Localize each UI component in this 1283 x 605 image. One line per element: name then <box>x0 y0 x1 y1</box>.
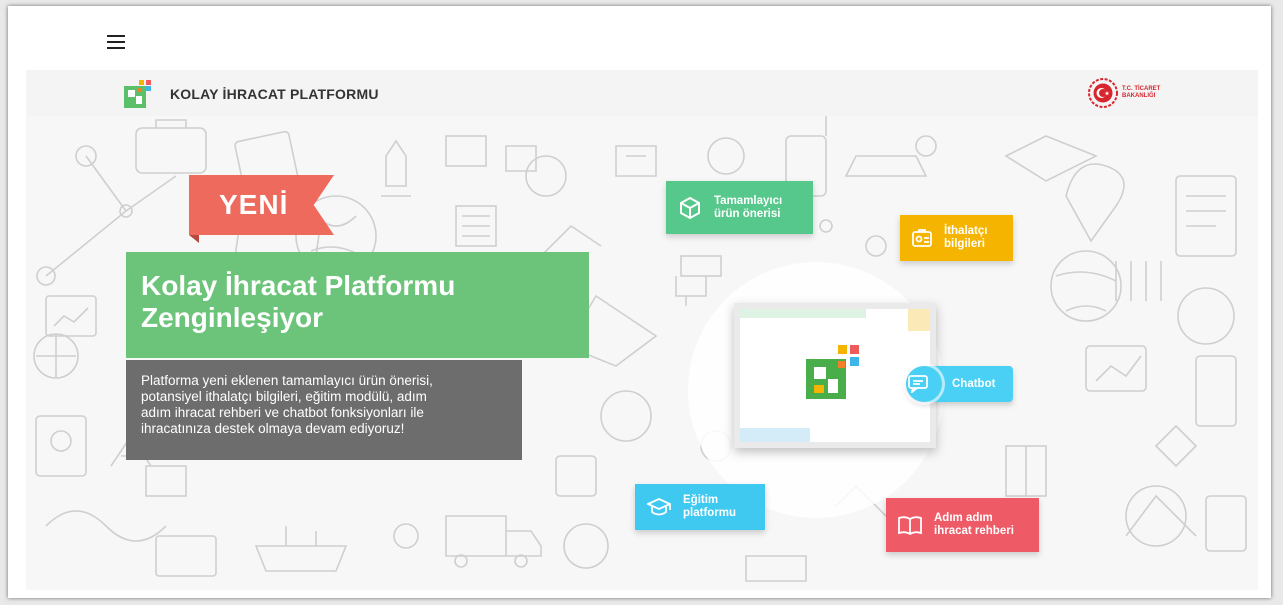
feature-chatbot[interactable]: Chatbot <box>906 366 1013 402</box>
feature-education-platform[interactable]: Eğitim platformu <box>635 484 765 530</box>
graduation-cap-icon <box>647 498 671 516</box>
feature-importer-info[interactable]: İthalatçı bilgileri <box>900 215 1013 261</box>
ministry-name: T.C. TİCARET BAKANLIĞI <box>1122 86 1161 99</box>
id-card-icon <box>912 229 932 247</box>
header-bar: KOLAY İHRACAT PLATFORMU T.C. TİCARET BAK… <box>26 70 1258 116</box>
page-frame: KOLAY İHRACAT PLATFORMU T.C. TİCARET BAK… <box>8 6 1271 598</box>
feature-step-by-step-guide[interactable]: Adım adım ihracat rehberi <box>886 498 1039 552</box>
hamburger-menu-icon[interactable] <box>107 35 125 49</box>
ministry-logo[interactable]: T.C. TİCARET BAKANLIĞI <box>1088 78 1166 108</box>
hero-summary: Platforma yeni eklenen tamamlayıcı ürün … <box>126 360 522 460</box>
new-badge-fold <box>189 235 199 243</box>
hero-banner[interactable]: YENİ Kolay İhracat Platformu Zenginleşiy… <box>26 116 1258 590</box>
chat-icon <box>906 366 942 402</box>
new-badge: YENİ <box>189 175 334 235</box>
ministry-emblem-icon <box>1088 78 1118 108</box>
platform-logo-icon <box>806 345 859 399</box>
book-icon <box>898 516 922 535</box>
platform-device <box>734 303 936 448</box>
brand-logo-icon[interactable] <box>124 80 152 108</box>
cube-icon <box>680 196 700 219</box>
hero-headline: Kolay İhracat Platformu Zenginleşiyor <box>126 252 589 358</box>
brand-name[interactable]: KOLAY İHRACAT PLATFORMU <box>170 86 379 102</box>
feature-complementary-product[interactable]: Tamamlayıcı ürün önerisi <box>666 181 813 234</box>
